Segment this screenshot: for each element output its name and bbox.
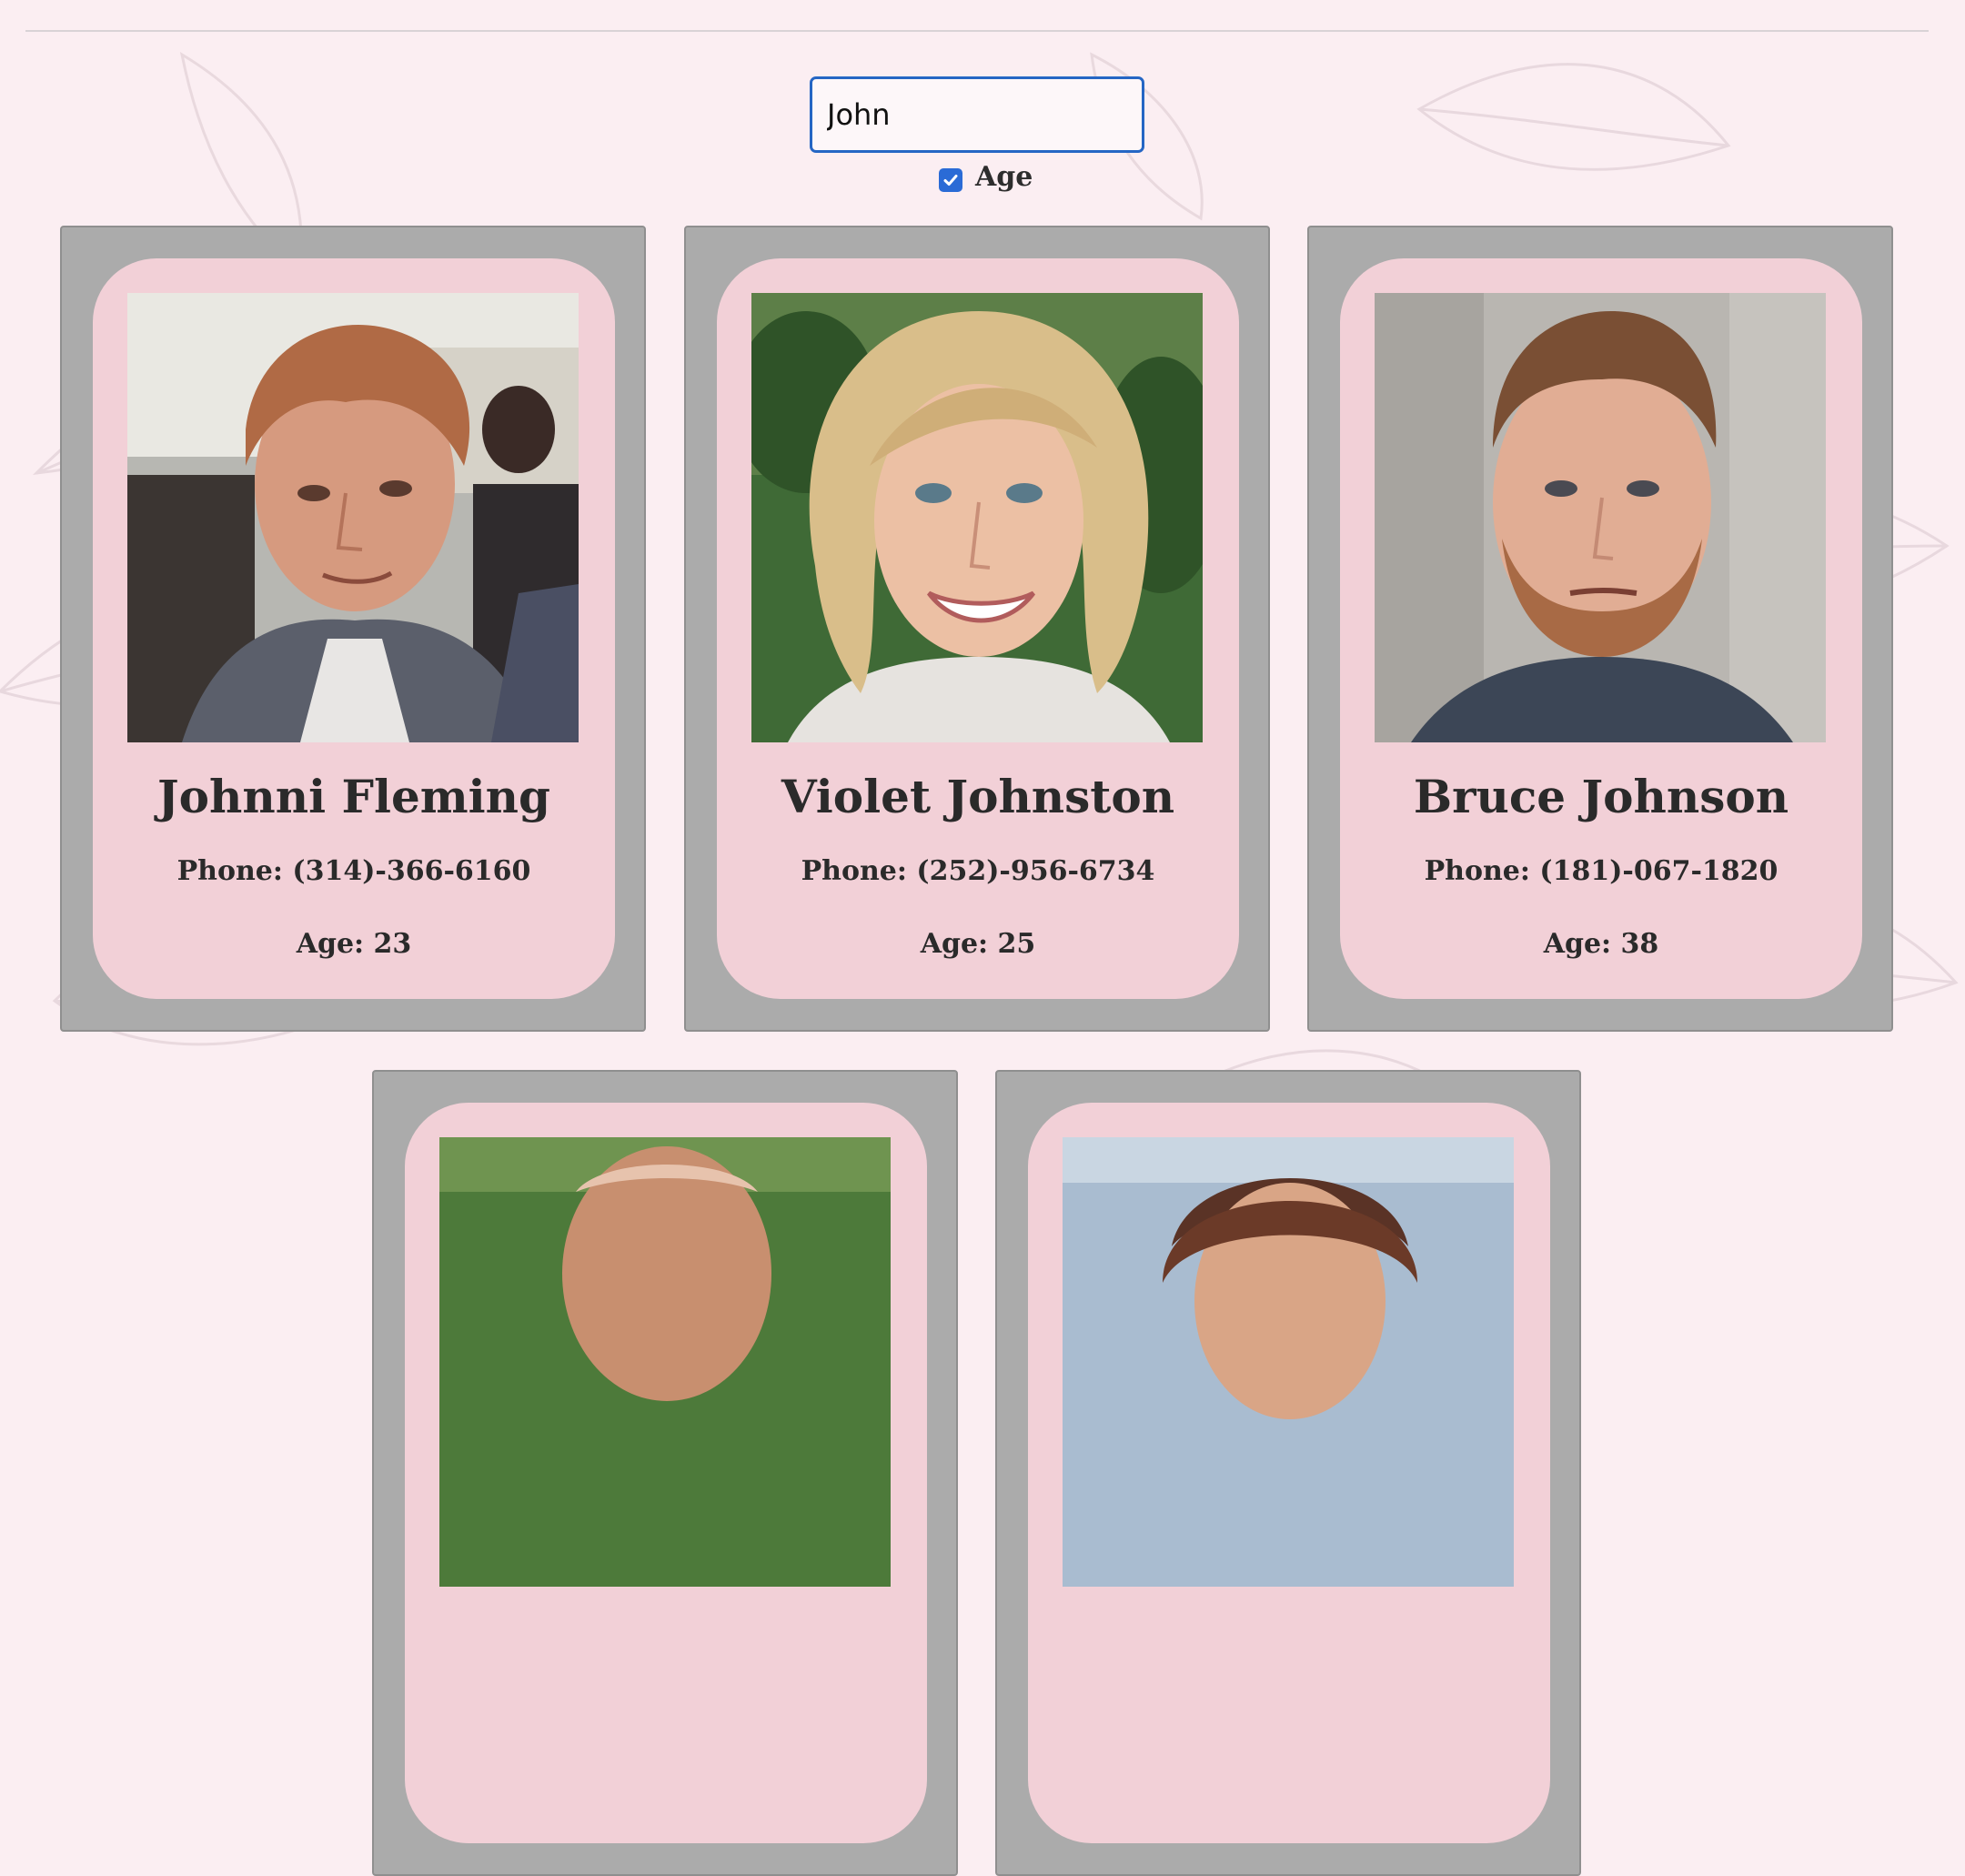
- person-photo: [127, 293, 579, 742]
- person-name: Violet Johnston: [781, 770, 1175, 823]
- person-card-inner: Johnni Fleming Phone: (314)-366-6160 Age…: [93, 258, 615, 999]
- age-checkbox-label: Age: [975, 160, 1033, 193]
- person-phone: Phone: (181)-067-1820: [1424, 855, 1779, 887]
- person-card-inner: Violet Johnston Phone: (252)-956-6734 Ag…: [717, 258, 1239, 999]
- person-phone: Phone: (252)-956-6734: [801, 855, 1155, 887]
- person-age: Age: 25: [920, 928, 1036, 960]
- search-input[interactable]: [810, 76, 1144, 153]
- person-card-inner: Bruce Johnson Phone: (181)-067-1820 Age:…: [1340, 258, 1862, 999]
- person-card: Bruce Johnson Phone: (181)-067-1820 Age:…: [1307, 226, 1893, 1032]
- person-card: Violet Johnston Phone: (252)-956-6734 Ag…: [684, 226, 1270, 1032]
- age-filter[interactable]: Age: [939, 156, 1033, 197]
- person-card: [995, 1070, 1581, 1876]
- person-name: Bruce Johnson: [1413, 770, 1789, 823]
- person-photo: [751, 293, 1203, 742]
- top-divider: [25, 30, 1929, 32]
- person-age: Age: 38: [1543, 928, 1659, 960]
- person-card: Johnni Fleming Phone: (314)-366-6160 Age…: [60, 226, 646, 1032]
- person-photo: [439, 1137, 891, 1587]
- person-card-inner: [405, 1103, 927, 1843]
- person-phone: Phone: (314)-366-6160: [176, 855, 531, 887]
- person-name: Johnni Fleming: [157, 770, 550, 823]
- age-checkbox[interactable]: [939, 168, 962, 192]
- person-card: [372, 1070, 958, 1876]
- person-photo: [1063, 1137, 1514, 1587]
- person-photo: [1375, 293, 1826, 742]
- person-card-inner: [1028, 1103, 1550, 1843]
- check-icon: [943, 175, 958, 186]
- person-age: Age: 23: [296, 928, 412, 960]
